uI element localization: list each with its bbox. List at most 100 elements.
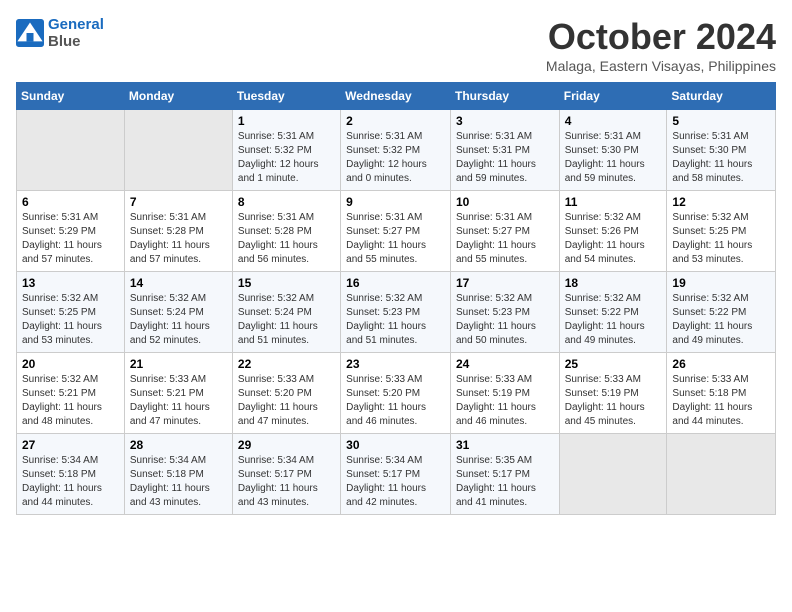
day-info: Sunrise: 5:33 AM Sunset: 5:19 PM Dayligh…	[565, 373, 662, 429]
day-info: Sunrise: 5:31 AM Sunset: 5:30 PM Dayligh…	[565, 130, 662, 186]
day-cell: 25 Sunrise: 5:33 AM Sunset: 5:19 PM Dayli…	[559, 353, 667, 434]
day-info: Sunrise: 5:33 AM Sunset: 5:19 PM Dayligh…	[456, 373, 554, 429]
day-number: 28	[130, 438, 227, 452]
calendar-header: SundayMondayTuesdayWednesdayThursdayFrid…	[17, 83, 776, 110]
day-number: 2	[346, 114, 445, 128]
header-row: SundayMondayTuesdayWednesdayThursdayFrid…	[17, 83, 776, 110]
day-cell: 19 Sunrise: 5:32 AM Sunset: 5:22 PM Dayli…	[667, 272, 776, 353]
day-cell: 27Sunrise: 5:34 AM Sunset: 5:18 PM Dayli…	[17, 434, 125, 515]
calendar-table: SundayMondayTuesdayWednesdayThursdayFrid…	[16, 82, 776, 515]
day-number: 13	[22, 276, 119, 290]
day-number: 24	[456, 357, 554, 371]
day-info: Sunrise: 5:31 AM Sunset: 5:28 PM Dayligh…	[130, 211, 227, 267]
day-cell: 30 Sunrise: 5:34 AM Sunset: 5:17 PM Dayli…	[341, 434, 451, 515]
header-cell-wednesday: Wednesday	[341, 83, 451, 110]
day-cell: 9 Sunrise: 5:31 AM Sunset: 5:27 PM Daylig…	[341, 191, 451, 272]
day-info: Sunrise: 5:31 AM Sunset: 5:30 PM Dayligh…	[672, 130, 770, 186]
month-title: October 2024	[546, 16, 776, 58]
day-number: 9	[346, 195, 445, 209]
week-row-2: 6 Sunrise: 5:31 AM Sunset: 5:29 PM Daylig…	[17, 191, 776, 272]
day-number: 10	[456, 195, 554, 209]
day-number: 6	[22, 195, 119, 209]
day-number: 27	[22, 438, 119, 452]
day-number: 7	[130, 195, 227, 209]
day-info: Sunrise: 5:31 AM Sunset: 5:31 PM Dayligh…	[456, 130, 554, 186]
day-info: Sunrise: 5:32 AM Sunset: 5:22 PM Dayligh…	[672, 292, 770, 348]
day-cell: 28 Sunrise: 5:34 AM Sunset: 5:18 PM Dayli…	[124, 434, 232, 515]
day-info: Sunrise: 5:32 AM Sunset: 5:24 PM Dayligh…	[238, 292, 335, 348]
day-info: Sunrise: 5:31 AM Sunset: 5:27 PM Dayligh…	[346, 211, 445, 267]
day-number: 30	[346, 438, 445, 452]
header-cell-sunday: Sunday	[17, 83, 125, 110]
day-cell: 2Sunrise: 5:31 AM Sunset: 5:32 PM Daylig…	[341, 110, 451, 191]
day-info: Sunrise: 5:34 AM Sunset: 5:17 PM Dayligh…	[238, 454, 335, 510]
day-cell	[17, 110, 125, 191]
day-cell: 6 Sunrise: 5:31 AM Sunset: 5:29 PM Daylig…	[17, 191, 125, 272]
day-cell: 22 Sunrise: 5:33 AM Sunset: 5:20 PM Dayli…	[232, 353, 340, 434]
day-number: 1	[238, 114, 335, 128]
day-info: Sunrise: 5:33 AM Sunset: 5:20 PM Dayligh…	[346, 373, 445, 429]
day-number: 21	[130, 357, 227, 371]
day-cell: 12 Sunrise: 5:32 AM Sunset: 5:25 PM Dayli…	[667, 191, 776, 272]
logo: General Blue	[16, 16, 104, 50]
day-cell: 8Sunrise: 5:31 AM Sunset: 5:28 PM Daylig…	[232, 191, 340, 272]
day-info: Sunrise: 5:32 AM Sunset: 5:25 PM Dayligh…	[672, 211, 770, 267]
logo-text: General Blue	[48, 16, 104, 50]
week-row-1: 1Sunrise: 5:31 AM Sunset: 5:32 PM Daylig…	[17, 110, 776, 191]
header-cell-thursday: Thursday	[450, 83, 559, 110]
week-row-3: 13 Sunrise: 5:32 AM Sunset: 5:25 PM Dayli…	[17, 272, 776, 353]
day-number: 20	[22, 357, 119, 371]
day-number: 25	[565, 357, 662, 371]
day-info: Sunrise: 5:31 AM Sunset: 5:29 PM Dayligh…	[22, 211, 119, 267]
day-cell: 24 Sunrise: 5:33 AM Sunset: 5:19 PM Dayli…	[450, 353, 559, 434]
day-info: Sunrise: 5:34 AM Sunset: 5:18 PM Dayligh…	[130, 454, 227, 510]
day-info: Sunrise: 5:32 AM Sunset: 5:24 PM Dayligh…	[130, 292, 227, 348]
day-info: Sunrise: 5:33 AM Sunset: 5:18 PM Dayligh…	[672, 373, 770, 429]
day-info: Sunrise: 5:32 AM Sunset: 5:23 PM Dayligh…	[346, 292, 445, 348]
day-number: 17	[456, 276, 554, 290]
day-cell	[559, 434, 667, 515]
day-number: 19	[672, 276, 770, 290]
day-cell: 20 Sunrise: 5:32 AM Sunset: 5:21 PM Dayli…	[17, 353, 125, 434]
day-cell: 23 Sunrise: 5:33 AM Sunset: 5:20 PM Dayli…	[341, 353, 451, 434]
header-cell-monday: Monday	[124, 83, 232, 110]
day-number: 14	[130, 276, 227, 290]
day-info: Sunrise: 5:32 AM Sunset: 5:21 PM Dayligh…	[22, 373, 119, 429]
title-block: October 2024 Malaga, Eastern Visayas, Ph…	[546, 16, 776, 74]
day-number: 12	[672, 195, 770, 209]
header-cell-saturday: Saturday	[667, 83, 776, 110]
header-cell-tuesday: Tuesday	[232, 83, 340, 110]
day-info: Sunrise: 5:32 AM Sunset: 5:26 PM Dayligh…	[565, 211, 662, 267]
day-cell: 26 Sunrise: 5:33 AM Sunset: 5:18 PM Dayli…	[667, 353, 776, 434]
day-info: Sunrise: 5:33 AM Sunset: 5:20 PM Dayligh…	[238, 373, 335, 429]
day-cell: 5Sunrise: 5:31 AM Sunset: 5:30 PM Daylig…	[667, 110, 776, 191]
day-info: Sunrise: 5:33 AM Sunset: 5:21 PM Dayligh…	[130, 373, 227, 429]
day-number: 31	[456, 438, 554, 452]
week-row-5: 27 Sunrise: 5:34 AM Sunset: 5:18 PM Dayli…	[17, 434, 776, 515]
day-cell: 17 Sunrise: 5:32 AM Sunset: 5:23 PM Dayli…	[450, 272, 559, 353]
day-number: 15	[238, 276, 335, 290]
week-row-4: 20 Sunrise: 5:32 AM Sunset: 5:21 PM Dayli…	[17, 353, 776, 434]
day-cell	[667, 434, 776, 515]
day-cell: 10Sunrise: 5:31 AM Sunset: 5:27 PM Dayli…	[450, 191, 559, 272]
day-number: 4	[565, 114, 662, 128]
day-number: 26	[672, 357, 770, 371]
day-info: Sunrise: 5:32 AM Sunset: 5:22 PM Dayligh…	[565, 292, 662, 348]
day-cell: 11Sunrise: 5:32 AM Sunset: 5:26 PM Dayli…	[559, 191, 667, 272]
day-number: 23	[346, 357, 445, 371]
day-cell: 1Sunrise: 5:31 AM Sunset: 5:32 PM Daylig…	[232, 110, 340, 191]
calendar-body: 1Sunrise: 5:31 AM Sunset: 5:32 PM Daylig…	[17, 110, 776, 515]
day-info: Sunrise: 5:32 AM Sunset: 5:23 PM Dayligh…	[456, 292, 554, 348]
day-cell: 18 Sunrise: 5:32 AM Sunset: 5:22 PM Dayli…	[559, 272, 667, 353]
day-cell: 13 Sunrise: 5:32 AM Sunset: 5:25 PM Dayli…	[17, 272, 125, 353]
day-number: 16	[346, 276, 445, 290]
day-info: Sunrise: 5:34 AM Sunset: 5:17 PM Dayligh…	[346, 454, 445, 510]
day-info: Sunrise: 5:31 AM Sunset: 5:28 PM Dayligh…	[238, 211, 335, 267]
location: Malaga, Eastern Visayas, Philippines	[546, 58, 776, 74]
day-number: 22	[238, 357, 335, 371]
day-number: 18	[565, 276, 662, 290]
day-cell	[124, 110, 232, 191]
day-cell: 3 Sunrise: 5:31 AM Sunset: 5:31 PM Daylig…	[450, 110, 559, 191]
day-number: 3	[456, 114, 554, 128]
day-info: Sunrise: 5:32 AM Sunset: 5:25 PM Dayligh…	[22, 292, 119, 348]
